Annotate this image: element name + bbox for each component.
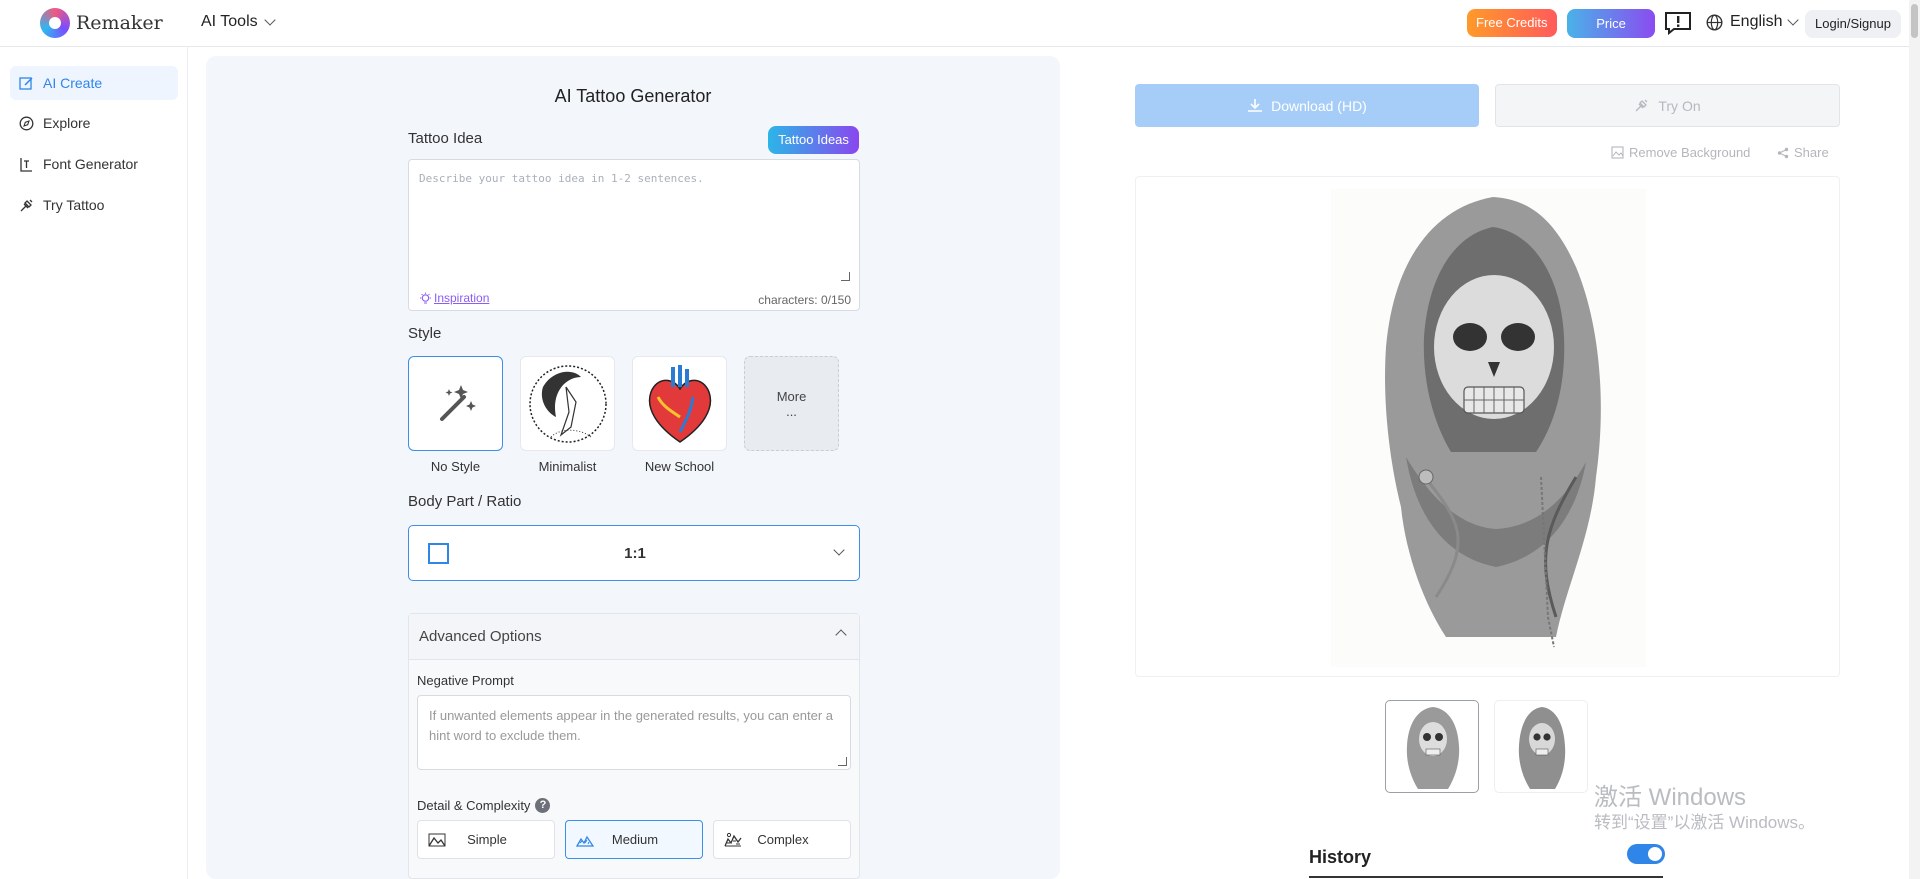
complexity-simple-button[interactable]: Simple [417, 820, 555, 859]
hooded-skull-thumbnail [1406, 707, 1460, 789]
hooded-skull-tattoo-image [1331, 189, 1646, 667]
complexity-label: Complex [757, 832, 809, 847]
style-name-new-school: New School [644, 459, 715, 474]
language-selector[interactable]: English [1706, 13, 1800, 31]
more-label: More [776, 388, 807, 404]
history-title: History [1309, 847, 1372, 867]
generated-image-preview[interactable] [1135, 176, 1840, 677]
generator-panel: AI Tattoo Generator Tattoo Idea Tattoo I… [206, 56, 1060, 879]
ratio-select[interactable]: 1:1 [408, 525, 860, 581]
windows-activation-hint: 转到“设置”以激活 Windows。 [1594, 813, 1816, 832]
style-more-button[interactable]: More ... [744, 356, 839, 451]
sidebar: AI Create Explore Font Generator Try Tat… [0, 47, 188, 879]
share-label: Share [1794, 145, 1829, 160]
try-on-button[interactable]: Try On [1495, 84, 1840, 127]
chevron-up-icon [835, 629, 847, 641]
sidebar-item-ai-create[interactable]: AI Create [10, 66, 178, 100]
page-title: AI Tattoo Generator [554, 86, 712, 106]
history-divider [1309, 876, 1663, 878]
complexity-label: Simple [467, 832, 507, 847]
minimalist-style-thumbnail [529, 365, 607, 443]
body-part-ratio-label: Body Part / Ratio [408, 493, 522, 510]
complexity-label: Medium [611, 832, 659, 847]
resize-handle-icon[interactable] [838, 757, 847, 766]
hooded-skull-thumbnail [1518, 707, 1566, 789]
try-on-label: Try On [1658, 97, 1701, 114]
sidebar-item-try-tattoo[interactable]: Try Tattoo [10, 188, 178, 222]
ratio-value: 1:1 [624, 545, 646, 562]
image-edit-icon [1611, 146, 1624, 159]
more-dots: ... [786, 403, 797, 419]
result-thumbnail-1[interactable] [1385, 700, 1479, 793]
complexity-medium-button[interactable]: Medium [565, 820, 703, 859]
free-credits-button[interactable]: Free Credits [1467, 9, 1557, 37]
character-count: characters: 0/150 [758, 293, 851, 307]
sidebar-item-explore[interactable]: Explore [10, 106, 178, 140]
top-header: Remaker AI Tools Free Credits Price Engl… [0, 0, 1920, 47]
advanced-options-title: Advanced Options [419, 628, 542, 645]
ai-tools-menu[interactable]: AI Tools [201, 13, 276, 31]
windows-activation-watermark: 激活 Windows [1594, 784, 1747, 811]
sidebar-item-label: Try Tattoo [43, 197, 105, 213]
brand-logo[interactable]: Remaker [40, 8, 163, 38]
style-name-minimalist: Minimalist [538, 459, 597, 474]
help-icon[interactable]: ? [535, 798, 551, 813]
remove-background-button[interactable]: Remove Background [1611, 145, 1750, 160]
style-name-no-style: No Style [430, 459, 481, 474]
style-label: Style [408, 325, 442, 342]
advanced-options-header[interactable]: Advanced Options [409, 614, 859, 660]
tattoo-ideas-button[interactable]: Tattoo Ideas [768, 126, 859, 154]
sidebar-item-label: Font Generator [43, 156, 138, 172]
font-icon [20, 157, 32, 172]
result-thumbnail-2[interactable] [1494, 700, 1588, 793]
chevron-down-icon [1787, 14, 1800, 26]
share-icon [1777, 147, 1789, 158]
login-signup-button[interactable]: Login/Signup [1805, 10, 1901, 38]
tattoo-idea-input[interactable]: Describe your tattoo idea in 1-2 sentenc… [408, 159, 860, 311]
remove-background-label: Remove Background [1629, 145, 1751, 160]
style-minimalist[interactable] [520, 356, 615, 451]
style-no-style[interactable] [408, 356, 503, 451]
price-button[interactable]: Price [1567, 9, 1655, 38]
tattoo-idea-placeholder: Describe your tattoo idea in 1-2 sentenc… [419, 172, 704, 185]
chevron-down-icon [263, 14, 276, 26]
ai-tools-label: AI Tools [201, 13, 258, 30]
detail-complexity-label: Detail & Complexity ? [417, 798, 551, 813]
negative-prompt-label: Negative Prompt [417, 673, 514, 688]
heart-style-thumbnail [648, 365, 712, 443]
tattoo-needle-icon [1635, 99, 1648, 112]
share-button[interactable]: Share [1777, 145, 1829, 160]
inspiration-label: Inspiration [434, 291, 490, 305]
sidebar-item-font-generator[interactable]: Font Generator [10, 147, 178, 181]
tattoo-idea-label: Tattoo Idea [408, 130, 483, 147]
scrollbar-thumb[interactable] [1911, 4, 1918, 38]
detail-complexity-text: Detail & Complexity [417, 798, 531, 813]
history-toggle[interactable] [1627, 844, 1665, 864]
logo-icon [40, 8, 70, 38]
style-new-school[interactable] [632, 356, 727, 451]
sidebar-item-label: Explore [43, 115, 91, 131]
compass-icon [19, 116, 34, 130]
sidebar-item-label: AI Create [43, 75, 103, 91]
inspiration-link[interactable]: Inspiration [419, 291, 489, 305]
negative-prompt-placeholder: If unwanted elements appear in the gener… [429, 708, 833, 743]
advanced-options: Advanced Options Negative Prompt If unwa… [408, 613, 860, 879]
download-icon [1248, 99, 1263, 112]
brand-name: Remaker [76, 12, 163, 34]
tattoo-icon [20, 199, 33, 211]
negative-prompt-input[interactable]: If unwanted elements appear in the gener… [417, 695, 851, 770]
download-label: Download (HD) [1271, 97, 1367, 114]
lightbulb-icon [420, 292, 431, 303]
feedback-icon[interactable] [1664, 11, 1692, 35]
edit-icon [19, 76, 33, 90]
language-label: English [1730, 13, 1783, 30]
complexity-complex-button[interactable]: Complex [713, 820, 851, 859]
resize-handle-icon[interactable] [841, 272, 850, 281]
page-scrollbar[interactable] [1909, 0, 1920, 879]
globe-icon [1706, 13, 1723, 31]
download-hd-button[interactable]: Download (HD) [1135, 84, 1479, 127]
magic-wand-icon [440, 385, 476, 421]
